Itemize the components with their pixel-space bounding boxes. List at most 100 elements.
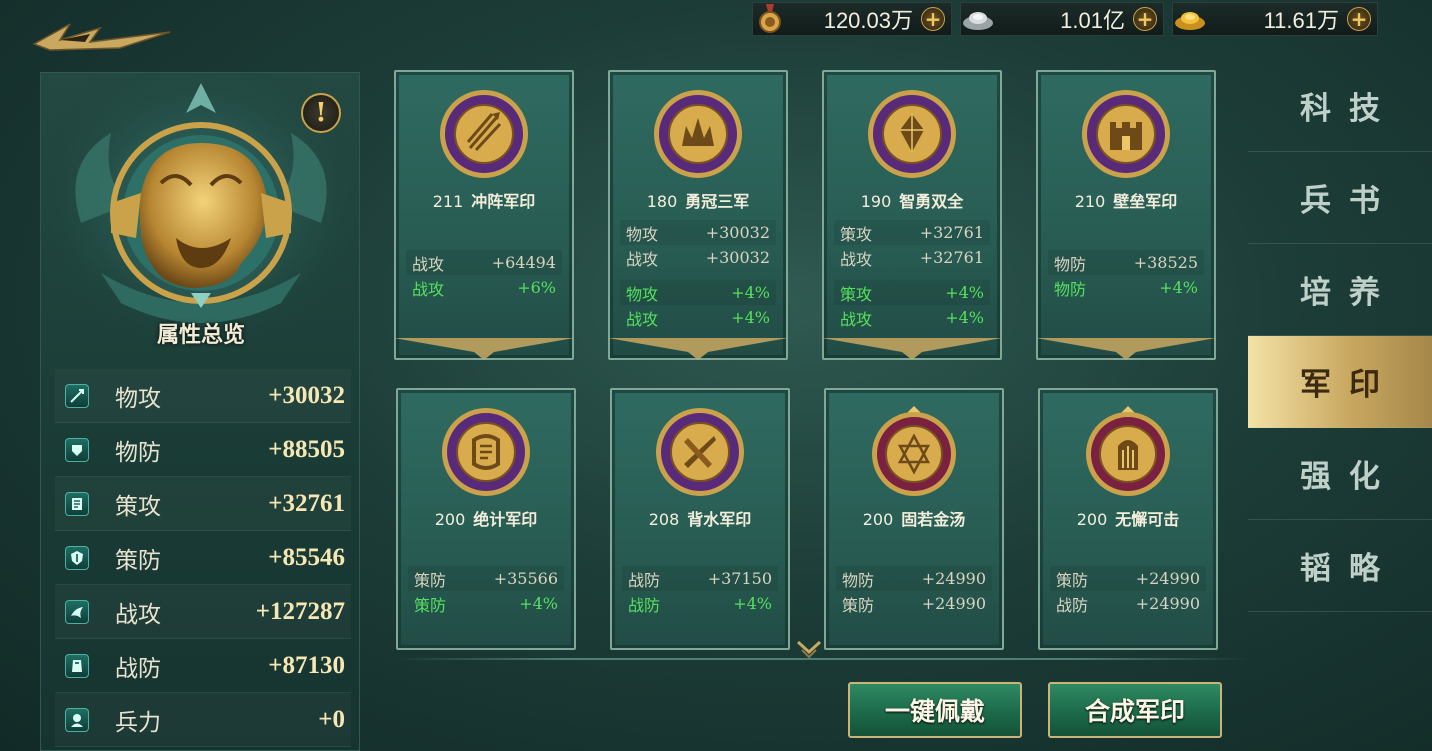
attr-name: 策攻: [840, 224, 873, 244]
seal-attrs: 战攻 +64494 战攻 +6%: [406, 250, 562, 300]
seal-card[interactable]: 200 无懈可击 策防 +24990 战防 +24990: [1038, 388, 1218, 650]
attr-name: 物防: [842, 570, 875, 590]
seal-level: 208: [648, 510, 680, 529]
attr-value: +6%: [517, 278, 556, 297]
add-silver-button[interactable]: +: [1133, 7, 1157, 31]
seal-name: 无懈可击: [1115, 510, 1180, 529]
attr-name: 战防: [628, 595, 661, 615]
tab-tech[interactable]: 科技: [1248, 60, 1432, 152]
seal-card[interactable]: 208 背水军印 战防 +37150 战防 +4%: [610, 388, 790, 650]
seal-attr: 物攻 +30032: [620, 220, 776, 245]
currency-bar: 120.03万 + 1.01亿 + 11.61万 +: [752, 2, 1378, 38]
add-gold-button[interactable]: +: [1347, 7, 1371, 31]
stat-name: 战攻: [115, 601, 161, 628]
stat-name: 物防: [115, 439, 161, 466]
card-bottom-ornament: [608, 338, 788, 360]
crossed-blades-seal-icon: [656, 408, 744, 496]
lotus-crown-seal-icon: [654, 90, 742, 178]
attr-name: 战防: [1056, 595, 1089, 615]
medal-token-icon: [753, 2, 787, 36]
seal-card[interactable]: 211 冲阵军印 战攻 +64494 战攻 +6%: [394, 70, 574, 360]
attr-name: 物攻: [626, 224, 659, 244]
attr-value: +32761: [919, 223, 984, 242]
seal-attr: 物防 +4%: [1048, 275, 1204, 300]
seal-attr: 策攻 +4%: [834, 280, 990, 305]
card-bottom-ornament: [822, 338, 1002, 360]
tab-military-seal[interactable]: 军印: [1248, 336, 1432, 428]
seal-card[interactable]: 200 固若金汤 物防 +24990 策防 +24990: [824, 388, 1004, 650]
attr-value: +32761: [919, 248, 984, 267]
attr-value: +4%: [731, 308, 770, 327]
attr-name: 策攻: [840, 284, 873, 304]
add-medal-button[interactable]: +: [921, 7, 945, 31]
attr-value: +64494: [491, 253, 556, 272]
gold-ingot-icon: [1173, 2, 1207, 36]
seal-name: 背水军印: [687, 510, 752, 529]
card-bottom-ornament: [1036, 338, 1216, 360]
stat-row: 物攻 +30032: [55, 369, 351, 423]
seal-card[interactable]: 200 绝计军印 策防 +35566 策防 +4%: [396, 388, 576, 650]
attr-value: +4%: [519, 594, 558, 613]
seal-attr: 战攻 +4%: [620, 305, 776, 330]
seal-attr: 策防 +24990: [1050, 566, 1206, 591]
seal-card[interactable]: 210 壁垒军印 物防 +38525 物防 +4%: [1036, 70, 1216, 360]
attr-value: +24990: [921, 569, 986, 588]
side-tabs: 科技 兵书 培养 军印 强化 韬略: [1248, 60, 1432, 612]
seal-level: 180: [646, 192, 678, 211]
attr-name: 战攻: [412, 254, 445, 274]
attr-value: +30032: [705, 248, 770, 267]
attr-value: +24990: [921, 594, 986, 613]
arrows-seal-icon: [440, 90, 528, 178]
stats-list: 物攻 +30032 物防 +88505 策攻 +32761 策防 +85546 …: [55, 369, 351, 747]
attr-name: 战防: [628, 570, 661, 590]
seal-name: 壁垒军印: [1113, 192, 1178, 211]
stat-row: 策攻 +32761: [55, 477, 351, 531]
seal-attr: 战攻 +30032: [620, 245, 776, 270]
attr-value: +4%: [945, 283, 984, 302]
attr-name: 物防: [1054, 254, 1087, 274]
seal-attr: 策防 +35566: [408, 566, 564, 591]
seal-card[interactable]: 180 勇冠三军 物攻 +30032 战攻 +30032 物攻 +4% 战攻 +4%: [608, 70, 788, 360]
attr-name: 策防: [842, 595, 875, 615]
seal-level: 200: [862, 510, 894, 529]
seal-attr: 物防 +38525: [1048, 250, 1204, 275]
seal-level: 210: [1074, 192, 1106, 211]
currency-silver-value: 1.01亿: [1060, 8, 1125, 33]
tab-strategy[interactable]: 韬略: [1248, 520, 1432, 612]
attr-name: 物攻: [626, 284, 659, 304]
equip-all-button[interactable]: 一键佩戴: [848, 682, 1022, 738]
overview-title: 属性总览: [156, 322, 245, 348]
seal-attrs: 物攻 +30032 战攻 +30032 物攻 +4% 战攻 +4%: [620, 220, 776, 330]
stat-value: +32761: [268, 489, 345, 517]
compose-seal-button[interactable]: 合成军印: [1048, 682, 1222, 738]
stat-value: +87130: [268, 651, 345, 679]
stat-row: 物防 +88505: [55, 423, 351, 477]
fortress-seal-icon: [1082, 90, 1170, 178]
seal-level: 211: [432, 192, 464, 211]
seal-attr: 策防 +24990: [836, 591, 992, 616]
stat-value: +85546: [268, 543, 345, 571]
attribute-overview-panel: ! 属性总览 物攻 +30032 物防 +88505 策攻 +32761 策防 …: [40, 72, 361, 751]
seal-attr: 战攻 +6%: [406, 275, 562, 300]
seal-attr: 战攻 +4%: [834, 305, 990, 330]
stat-name: 策攻: [115, 493, 161, 520]
stat-row: 战防 +87130: [55, 639, 351, 693]
attr-name: 策防: [414, 595, 447, 615]
back-button[interactable]: [30, 14, 180, 54]
attr-value: +4%: [1159, 278, 1198, 297]
strategy-attack-icon: [65, 491, 89, 516]
attr-value: +4%: [731, 283, 770, 302]
stat-value: +88505: [268, 435, 345, 463]
tab-enhance[interactable]: 强化: [1248, 428, 1432, 520]
attr-value: +4%: [945, 308, 984, 327]
seal-name: 固若金汤: [901, 510, 966, 529]
seal-attr: 物防 +24990: [836, 566, 992, 591]
tab-cultivate[interactable]: 培养: [1248, 244, 1432, 336]
stat-value: +0: [318, 705, 345, 733]
seal-card[interactable]: 190 智勇双全 策攻 +32761 战攻 +32761 策攻 +4% 战攻 +4%: [822, 70, 1002, 360]
seal-attr: 战攻 +32761: [834, 245, 990, 270]
attr-name: 战攻: [840, 309, 873, 329]
info-button[interactable]: !: [301, 93, 341, 133]
attr-value: +37150: [707, 569, 772, 588]
tab-military-book[interactable]: 兵书: [1248, 152, 1432, 244]
